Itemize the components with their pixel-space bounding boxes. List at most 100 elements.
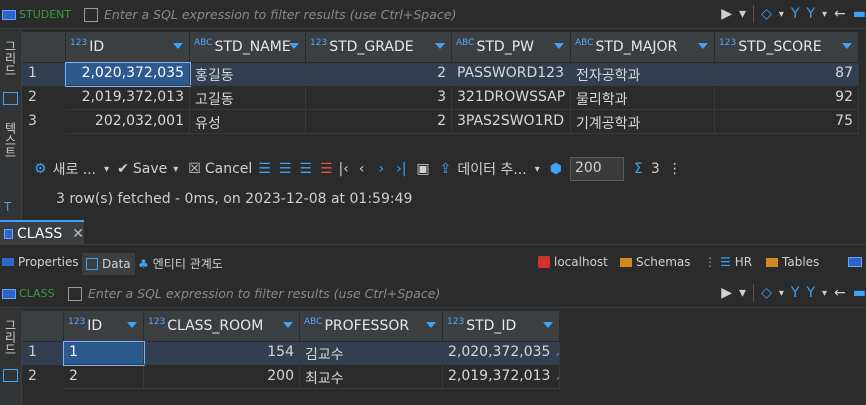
chevron-down-icon[interactable]: ▾: [779, 9, 784, 20]
minimize-icon[interactable]: ▬: [853, 285, 866, 301]
sort-arrow-icon[interactable]: [283, 322, 293, 328]
subtab-properties[interactable]: Properties: [2, 255, 79, 269]
column-header-id[interactable]: 123 ID: [66, 32, 190, 62]
cell-id[interactable]: 1: [63, 341, 145, 366]
cell-id[interactable]: 2: [64, 366, 144, 389]
panel-toggle-icon[interactable]: [848, 257, 862, 267]
connection-selector[interactable]: localhost: [538, 255, 608, 269]
cell-std-major[interactable]: 물리학과: [571, 87, 715, 110]
cell-std-score[interactable]: 75: [715, 111, 859, 134]
cell-id[interactable]: 2,019,372,013: [66, 87, 190, 110]
chevron-down-icon[interactable]: ▾: [535, 164, 540, 175]
filter-input[interactable]: Enter a SQL expression to filter results…: [104, 7, 456, 22]
cell-std-major[interactable]: 기계공학과: [571, 111, 715, 134]
subtab-er-diagram[interactable]: ♣ 엔티티 관계도: [138, 255, 223, 272]
sort-arrow-icon[interactable]: [698, 43, 708, 49]
previous-page-icon[interactable]: ‹: [359, 161, 365, 177]
sort-arrow-icon[interactable]: [289, 43, 299, 49]
more-icon[interactable]: ⋮: [668, 161, 682, 177]
new-row-button[interactable]: 새로 ...: [53, 159, 97, 179]
column-header-std-pw[interactable]: ABC STD_PW: [452, 32, 571, 62]
add-row-icon[interactable]: ☰: [279, 161, 292, 177]
minimize-icon[interactable]: ▬: [853, 6, 866, 22]
close-icon[interactable]: ✕: [72, 226, 84, 242]
fetch-size-input[interactable]: 200: [569, 157, 624, 181]
cell-std-name[interactable]: 홍길동: [190, 63, 306, 86]
chevron-down-icon[interactable]: ▾: [822, 288, 827, 299]
cell-class-room[interactable]: 200: [144, 366, 300, 389]
cell-professor[interactable]: 김교수: [300, 342, 443, 365]
sort-arrow-icon[interactable]: [426, 322, 436, 328]
filter-icon[interactable]: Y: [806, 6, 815, 22]
sort-arrow-icon[interactable]: [173, 43, 183, 49]
cell-std-id[interactable]: 2,019,372,013 ↗: [443, 366, 560, 389]
sort-arrow-icon[interactable]: [543, 322, 553, 328]
cell-id[interactable]: 202,032,001: [66, 111, 190, 134]
filter-clear-icon[interactable]: Y: [791, 285, 800, 301]
link-icon[interactable]: ↗: [555, 346, 559, 359]
column-header-class-room[interactable]: 123 CLASS_ROOM: [144, 311, 300, 341]
link-icon[interactable]: ↗: [555, 370, 559, 383]
cell-std-pw[interactable]: PASSWORD123: [452, 63, 571, 86]
sort-arrow-icon[interactable]: [842, 43, 852, 49]
side-tab-grid[interactable]: 그리드: [2, 319, 19, 355]
cell-std-id[interactable]: 2,020,372,035 ↗: [443, 342, 560, 365]
cell-std-pw[interactable]: 321DROWSSAP: [452, 87, 571, 110]
side-tab-text[interactable]: 텍스트: [2, 122, 19, 158]
last-page-icon[interactable]: ›|: [396, 161, 406, 177]
delete-row-icon[interactable]: ☰: [320, 161, 333, 177]
copy-row-icon[interactable]: ☰: [299, 161, 312, 177]
apply-filter-button[interactable]: ▶: [721, 285, 732, 301]
tables-selector[interactable]: Tables: [766, 255, 819, 269]
grid-icon[interactable]: [3, 92, 18, 105]
cell-professor[interactable]: 최교수: [300, 366, 443, 389]
cell-std-score[interactable]: 92: [715, 87, 859, 110]
column-header-professor[interactable]: ABC PROFESSOR: [300, 311, 443, 341]
apply-filter-button[interactable]: ▶: [721, 6, 732, 22]
save-button[interactable]: Save: [133, 161, 167, 177]
filter-icon[interactable]: Y: [806, 285, 815, 301]
export-icon[interactable]: ⇪: [440, 161, 452, 177]
schema-selector-hr[interactable]: ⋮ ☰ HR: [704, 255, 752, 269]
tab-class[interactable]: CLASS ✕: [0, 220, 84, 245]
next-page-icon[interactable]: ›: [378, 161, 384, 177]
chevron-down-icon[interactable]: ▾: [173, 164, 178, 175]
cell-std-major[interactable]: 전자공학과: [571, 63, 715, 86]
cell-std-name[interactable]: 유성: [190, 111, 306, 134]
chevron-down-icon[interactable]: ▾: [822, 9, 827, 20]
cell-std-pw[interactable]: 3PAS2SWO1RD: [452, 111, 571, 134]
filter-history-dropdown[interactable]: ▾: [739, 6, 746, 22]
cancel-icon[interactable]: ☒: [188, 161, 201, 177]
column-header-id[interactable]: 123 ID: [64, 311, 144, 341]
expand-filter-icon[interactable]: [68, 287, 82, 301]
text-icon[interactable]: T: [4, 200, 11, 214]
filter-input[interactable]: Enter a SQL expression to filter results…: [88, 286, 440, 301]
column-header-std-name[interactable]: ABC STD_NAME: [190, 32, 306, 62]
new-row-icon[interactable]: ⚙: [34, 161, 47, 177]
schemas-selector[interactable]: Schemas: [620, 255, 691, 269]
cell-std-grade[interactable]: 3: [306, 87, 452, 110]
sort-arrow-icon[interactable]: [127, 322, 137, 328]
chevron-down-icon[interactable]: ▾: [779, 288, 784, 299]
chevron-down-icon[interactable]: ▾: [104, 164, 109, 175]
cell-std-grade[interactable]: 2: [306, 63, 452, 86]
subtab-data[interactable]: Data: [82, 253, 135, 275]
side-tab-grid[interactable]: 그리드: [2, 40, 19, 76]
filter-history-dropdown[interactable]: ▾: [739, 285, 746, 301]
column-header-std-grade[interactable]: 123 STD_GRADE: [306, 32, 452, 62]
back-arrow-icon[interactable]: ←: [834, 285, 846, 301]
edit-row-icon[interactable]: ☰: [258, 161, 271, 177]
export-button[interactable]: 데이터 추...: [457, 159, 526, 179]
cell-std-grade[interactable]: 2: [306, 111, 452, 134]
cell-class-room[interactable]: 154: [144, 342, 300, 365]
column-header-std-id[interactable]: 123 STD_ID: [443, 311, 560, 341]
back-arrow-icon[interactable]: ←: [834, 6, 846, 22]
cell-std-name[interactable]: 고길동: [190, 87, 306, 110]
sort-arrow-icon[interactable]: [435, 43, 445, 49]
expand-filter-icon[interactable]: [84, 8, 98, 22]
eraser-icon[interactable]: ◇: [761, 285, 772, 301]
filter-clear-icon[interactable]: Y: [791, 6, 800, 22]
column-header-std-major[interactable]: ABC STD_MAJOR: [571, 32, 715, 62]
save-icon[interactable]: ✔: [117, 161, 129, 177]
cancel-button[interactable]: Cancel: [205, 161, 252, 177]
